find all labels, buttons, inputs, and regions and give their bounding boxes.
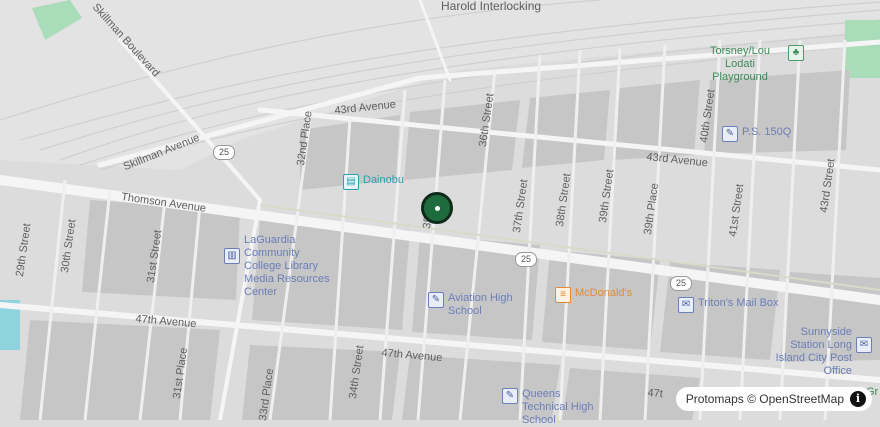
info-icon[interactable]: i (850, 391, 866, 407)
mail-icon: ✉ (678, 297, 694, 313)
route-shield-25-east: 25 (670, 276, 692, 291)
poi-torsney-playground[interactable]: ♣ Torsney/Lou Lodati Playground (696, 45, 804, 84)
school-icon: ✎ (428, 292, 444, 308)
poi-label: McDonald's (575, 287, 633, 299)
route-shield-25-mid: 25 (515, 252, 537, 267)
route-shield-25-west: 25 (213, 145, 235, 160)
poi-laguardia-library[interactable]: ▥ LaGuardia Community College Library Me… (224, 234, 338, 299)
street-47th-avenue-east: 47t (647, 387, 664, 401)
poi-dainobu[interactable]: ▤ Dainobu (343, 174, 404, 190)
poi-sunnyside-post-office[interactable]: ✉ Sunnyside Station Long Island City Pos… (768, 326, 872, 378)
marker-center-dot (435, 206, 440, 211)
poi-label: P.S. 150Q (742, 126, 792, 138)
poi-label: Dainobu (363, 174, 404, 186)
park-area-top-right (845, 20, 880, 78)
school-icon: ✎ (722, 126, 738, 142)
attribution-text: Protomaps © OpenStreetMap (685, 392, 844, 406)
label-harold-interlocking: Harold Interlocking (441, 0, 542, 13)
poi-label: Triton's Mail Box (698, 297, 779, 309)
book-icon: ▥ (224, 248, 240, 264)
poi-ps-150q[interactable]: ✎ P.S. 150Q (722, 126, 791, 142)
poi-tritons-mail-box[interactable]: ✉ Triton's Mail Box (678, 297, 779, 313)
poi-queens-technical-high-school[interactable]: ✎ Queens Technical High School (502, 388, 602, 427)
poi-label: LaGuardia Community College Library Medi… (244, 234, 330, 298)
tree-icon: ♣ (788, 45, 804, 61)
poi-label: Aviation High School (448, 292, 513, 317)
poi-label: Torsney/Lou Lodati Playground (710, 45, 770, 83)
poi-label: Queens Technical High School (522, 388, 594, 426)
mail-icon: ✉ (856, 337, 872, 353)
location-marker[interactable] (421, 192, 453, 224)
shop-icon: ▤ (343, 174, 359, 190)
poi-label: Sunnyside Station Long Island City Post … (775, 326, 852, 377)
poi-mcdonalds[interactable]: ≡ McDonald's (555, 287, 632, 303)
burger-icon: ≡ (555, 287, 571, 303)
attribution-bar: Protomaps © OpenStreetMap i (675, 387, 872, 411)
poi-aviation-high-school[interactable]: ✎ Aviation High School (428, 292, 524, 318)
school-icon: ✎ (502, 388, 518, 404)
